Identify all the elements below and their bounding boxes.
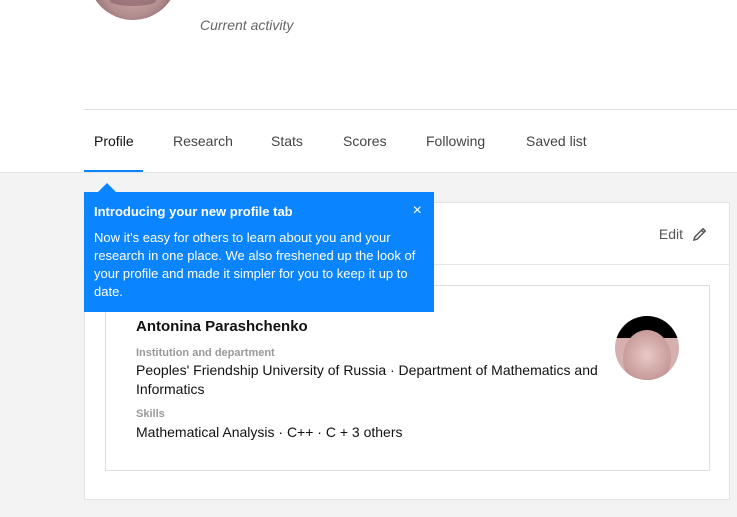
edit-label: Edit bbox=[658, 226, 683, 242]
profile-tabs: Profile Research Stats Scores Following … bbox=[84, 109, 737, 173]
tab-research[interactable]: Research bbox=[173, 110, 233, 172]
profile-header: Current activity bbox=[0, 0, 737, 109]
profile-avatar[interactable] bbox=[88, 0, 178, 20]
current-activity-text: Current activity bbox=[200, 17, 294, 33]
tab-following[interactable]: Following bbox=[426, 110, 485, 172]
institution-label: Institution and department bbox=[136, 347, 275, 359]
tab-saved-list[interactable]: Saved list bbox=[526, 110, 587, 172]
tab-profile[interactable]: Profile bbox=[94, 110, 134, 172]
tooltip-title: Introducing your new profile tab bbox=[94, 204, 293, 219]
tab-scores[interactable]: Scores bbox=[343, 110, 387, 172]
tab-stats[interactable]: Stats bbox=[271, 110, 303, 172]
profile-summary-card: Antonina Parashchenko Institution and de… bbox=[105, 285, 710, 471]
edit-button[interactable]: Edit bbox=[659, 223, 709, 245]
institution-value[interactable]: Peoples' Friendship University of Russia… bbox=[136, 361, 606, 399]
close-icon[interactable]: × bbox=[413, 202, 422, 220]
new-profile-tab-tooltip: Introducing your new profile tab × Now i… bbox=[84, 183, 434, 312]
tooltip-body: Now it's easy for others to learn about … bbox=[94, 230, 416, 299]
skills-label: Skills bbox=[136, 408, 165, 420]
skills-value[interactable]: Mathematical Analysis · C++ · C + 3 othe… bbox=[136, 423, 606, 442]
avatar-face bbox=[623, 330, 671, 380]
avatar[interactable] bbox=[615, 316, 679, 380]
pencil-icon bbox=[692, 227, 707, 242]
profile-name[interactable]: Antonina Parashchenko bbox=[136, 318, 308, 335]
